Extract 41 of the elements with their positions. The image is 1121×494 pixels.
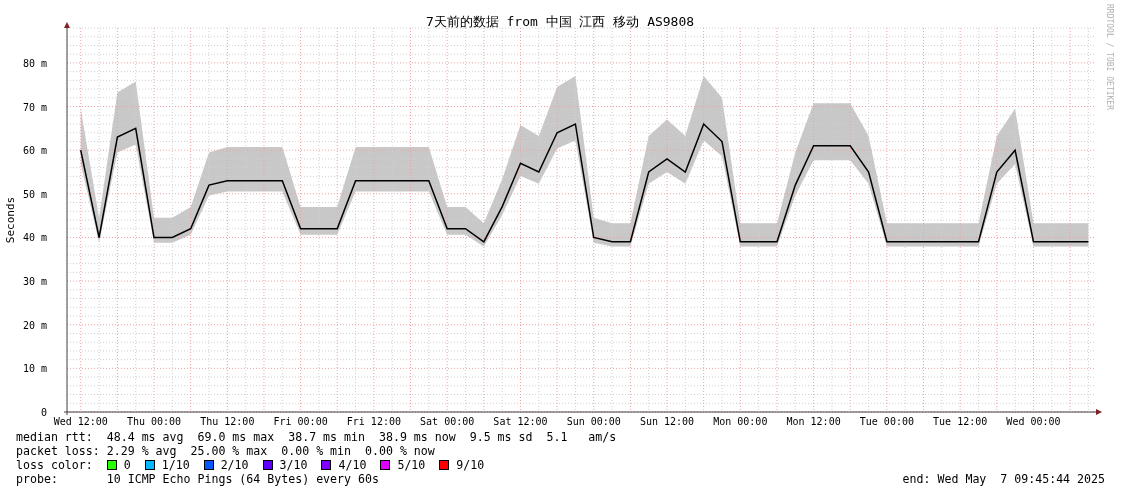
legend-value: 2/10 (220, 458, 249, 472)
y-tick-label: 50 m (22, 188, 47, 200)
x-tick-label: Tue 00:00 (859, 416, 914, 427)
x-tick-label: Mon 00:00 (713, 416, 768, 427)
legend-value: 2.29 % avg 25.00 % max 0.00 % min 0.00 % now (106, 444, 435, 458)
legend-label: probe: (16, 472, 59, 486)
end-time: end: Wed May 7 09:45:44 2025 (902, 472, 1105, 486)
legend-label: loss color: (16, 458, 94, 472)
y-tick-label: 30 m (22, 276, 47, 288)
x-tick-label: Thu 12:00 (200, 416, 255, 427)
x-tick-label: Fri 00:00 (273, 416, 328, 427)
y-tick-label: 40 m (22, 232, 47, 244)
x-tick-label: Wed 12:00 (53, 416, 108, 427)
x-tick-label: Sat 12:00 (493, 416, 548, 427)
chart-title: 7天前的数据 from 中国 江西 移动 AS9808 (425, 14, 695, 29)
y-tick-label: 10 m (22, 363, 47, 375)
legend-value: 5/10 (397, 458, 426, 472)
legend-value: 1/10 (161, 458, 190, 472)
y-tick-label: 20 m (22, 319, 47, 331)
y-tick-label: 0 (40, 407, 47, 418)
x-tick-label: Thu 00:00 (126, 416, 182, 427)
legend-value: 48.4 ms avg 69.0 ms max 38.7 ms min 38.9 ms now 9.5 ms sd 5.1 am/s (106, 430, 617, 444)
legend-value: 3/10 (279, 458, 308, 472)
legend-value: 10 ICMP Echo Pings (64 Bytes) every 60s (106, 472, 379, 486)
x-tick-label: Sun 00:00 (566, 416, 621, 427)
x-tick-label: Mon 12:00 (786, 416, 841, 427)
legend-label: median rtt: (16, 430, 94, 444)
x-tick-label: Wed 00:00 (1006, 416, 1061, 427)
y-tick-label: 80 m (22, 57, 47, 69)
y-tick-label: 70 m (22, 101, 47, 113)
side-credit: RRDTOOL / TOBI OETIKER (1105, 4, 1114, 110)
y-axis-label: Seconds (4, 196, 17, 244)
legend-value: 4/10 (338, 458, 367, 472)
x-tick-label: Tue 12:00 (933, 416, 988, 427)
legend-value: 9/10 (456, 458, 485, 472)
x-tick-label: Fri 12:00 (346, 416, 401, 427)
x-tick-label: Sat 00:00 (420, 416, 475, 427)
legend-value: 0 (123, 458, 131, 472)
y-tick-label: 60 m (22, 145, 47, 157)
x-tick-label: Sun 12:00 (639, 416, 695, 427)
legend-label: packet loss: (16, 444, 101, 458)
